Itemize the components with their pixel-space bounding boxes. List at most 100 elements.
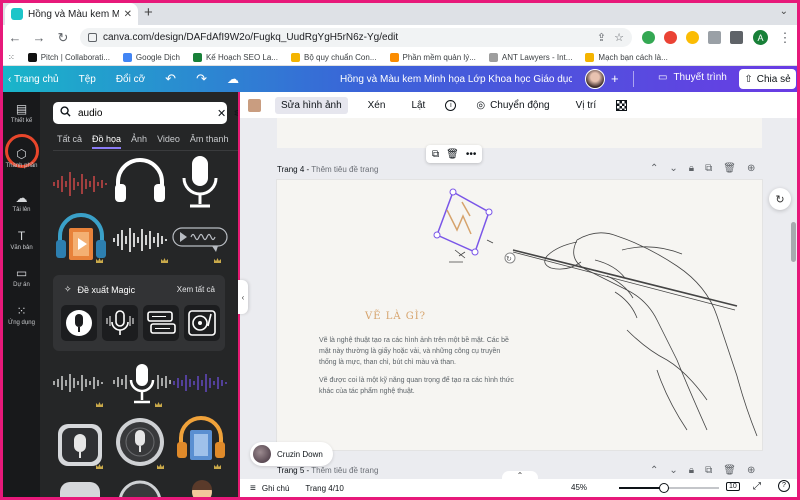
sound-wave-purple-graphic[interactable] (172, 372, 228, 397)
menu-kebab-icon[interactable]: ⋮ (778, 30, 792, 46)
microphone-graphic[interactable] (178, 154, 222, 213)
sidepanel-icon[interactable] (730, 31, 743, 44)
book-headphones-blue-graphic[interactable] (174, 416, 228, 469)
add-page-icon[interactable]: ⊕ (747, 163, 755, 174)
notes-icon[interactable]: ≡ (250, 483, 256, 494)
fullscreen-icon[interactable]: ⤢ (753, 481, 761, 492)
duplicate-icon[interactable]: ⧉ (432, 149, 439, 160)
rail-item-folder[interactable]: ▭ Dự án (3, 266, 40, 288)
panel-tab[interactable]: Video (157, 134, 180, 149)
puzzle-icon[interactable] (708, 31, 721, 44)
crop-button[interactable]: Xén (362, 97, 392, 114)
present-button[interactable]: ▭ Thuyết trình (658, 72, 727, 83)
forward-icon[interactable]: → (32, 30, 46, 45)
person-thumbnail[interactable] (180, 478, 224, 497)
bookmark-item[interactable]: Bộ quy chuẩn Con... (291, 53, 377, 62)
reload-icon[interactable]: ↻ (56, 30, 70, 46)
rounded-thumbnail[interactable] (58, 480, 102, 497)
zoom-slider[interactable] (619, 483, 719, 493)
bookmark-item[interactable]: Phần mềm quản lý... (389, 53, 476, 62)
clear-search-icon[interactable]: ✕ (217, 107, 226, 120)
bookmarks-apps-icon[interactable]: ⁙ (8, 53, 15, 62)
chevron-up-icon[interactable]: ⌃ (650, 465, 658, 476)
glass-mic-cube-graphic[interactable] (54, 418, 106, 471)
panel-tab[interactable]: Tất cả (57, 134, 82, 149)
new-tab-icon[interactable]: + (144, 4, 153, 21)
browser-tab[interactable]: Hồng và Màu kem Minh họa Lớ ✕ (5, 3, 138, 25)
back-icon[interactable]: ← (8, 30, 22, 45)
cloud-save-icon[interactable]: ☁ (227, 72, 239, 86)
delete-page-icon[interactable]: 🗑 (723, 163, 736, 174)
previous-page[interactable] (277, 118, 762, 148)
document-title[interactable]: Hồng và Màu kem Minh họa Lớp Khoa học Gi… (340, 74, 572, 85)
extension-notes-icon[interactable] (686, 31, 699, 44)
bookmark-star-icon[interactable]: ☆ (614, 31, 624, 44)
close-tab-icon[interactable]: ✕ (124, 9, 132, 20)
help-icon[interactable]: ? (778, 480, 790, 492)
section-heading[interactable]: VẼ LÀ GÌ? (365, 311, 426, 322)
more-icon[interactable]: ••• (466, 149, 477, 160)
zoom-value[interactable]: 45% (571, 483, 587, 492)
delete-page-icon[interactable]: 🗑 (723, 465, 736, 476)
page-4-canvas[interactable]: ↻ VẼ LÀ GÌ? Vẽ là nghệ thuật tạo ra các … (277, 180, 762, 450)
book-headphones-graphic[interactable] (52, 212, 110, 269)
share-button[interactable]: ⇧ Chia sẻ (739, 69, 796, 89)
resize-menu[interactable]: Đổi cỡ (116, 74, 145, 85)
bookmark-item[interactable]: Kế Hoạch SEO La... (192, 53, 278, 62)
tab-search-icon[interactable]: ⌄ (780, 6, 788, 17)
vertical-scrollbar[interactable] (791, 222, 796, 262)
page-5-label[interactable]: Trang 5 - Thêm tiêu đề trang (277, 466, 378, 475)
add-page-icon[interactable]: ⊕ (747, 465, 755, 476)
lock-page-icon[interactable]: 🔒︎ (689, 163, 694, 174)
sound-wave-white-graphic[interactable] (112, 226, 170, 257)
rail-item-elements[interactable]: ⬡ Thành phần (3, 147, 40, 169)
panel-tab[interactable]: Ảnh (131, 134, 147, 149)
duplicate-page-icon[interactable]: ⧉ (705, 163, 712, 174)
magic-item-turntable[interactable] (184, 305, 220, 341)
headphones-graphic[interactable] (112, 154, 168, 209)
page-count-badge[interactable]: 10 (726, 482, 740, 491)
bookmark-item[interactable]: Pitch | Collaborati... (27, 53, 110, 62)
panel-tab[interactable]: Âm thanh (190, 134, 229, 149)
panel-tab[interactable]: Đồ họa (92, 134, 122, 149)
undo-icon[interactable]: ↶ (165, 71, 176, 87)
paragraph-2[interactable]: Vẽ được coi là một kỹ năng quan trọng để… (319, 375, 514, 397)
vinyl-mic-graphic[interactable] (114, 416, 166, 471)
see-all-link[interactable]: Xem tất cả (177, 285, 215, 294)
page-4-label[interactable]: Trang 4 - Thêm tiêu đề trang (277, 165, 378, 174)
color-swatch[interactable] (248, 98, 261, 112)
collaborator-avatar[interactable] (585, 69, 605, 89)
lock-page-icon[interactable]: 🔒︎ (689, 465, 694, 476)
filter-icon[interactable]: ⚟ (233, 107, 238, 120)
notes-button[interactable]: Ghi chú (262, 484, 290, 493)
music-chip[interactable]: Cruzin Down (250, 442, 333, 466)
edit-image-button[interactable]: Sửa hình ảnh (275, 96, 348, 114)
page-indicator[interactable]: Trang 4/10 (305, 484, 343, 493)
hand-drawing-illustration[interactable]: ↻ (277, 180, 762, 450)
home-link[interactable]: ‹ Trang chủ (8, 74, 59, 85)
magic-item-mic-circle[interactable] (61, 305, 97, 341)
duplicate-page-icon[interactable]: ⧉ (705, 465, 712, 476)
extension-grammar-icon[interactable] (642, 31, 655, 44)
rail-item-text[interactable]: T Văn bản (3, 229, 40, 251)
podcast-mic-wave-graphic[interactable] (112, 360, 172, 409)
rail-item-upload[interactable]: ☁ Tải lên (3, 191, 40, 213)
refresh-suggestions-icon[interactable]: ↻ (769, 188, 791, 210)
zoom-slider-knob[interactable] (659, 483, 669, 493)
voice-bubble-graphic[interactable] (172, 226, 228, 257)
paragraph-1[interactable]: Vẽ là nghệ thuật tạo ra các hình ảnh trê… (319, 335, 514, 369)
bookmark-item[interactable]: Google Dịch (122, 53, 180, 62)
extension-translate-icon[interactable] (664, 31, 677, 44)
transparency-icon[interactable] (616, 99, 628, 111)
share-page-icon[interactable]: ⇪ (597, 31, 606, 44)
magic-item-chat[interactable] (143, 305, 179, 341)
sound-wave-thin-graphic[interactable] (52, 372, 108, 397)
rail-item-apps[interactable]: ⁙ Ứng dụng (3, 304, 40, 326)
search-input[interactable] (78, 107, 210, 119)
chevron-down-icon[interactable]: ⌄ (669, 465, 677, 476)
bookmark-item[interactable]: ANT Lawyers - Int... (488, 53, 572, 62)
chevron-up-icon[interactable]: ⌃ (650, 163, 658, 174)
info-icon[interactable]: i (445, 99, 457, 111)
magic-item-mic-wave[interactable] (102, 305, 138, 341)
collapse-panel-handle[interactable]: ‹ (238, 280, 248, 314)
